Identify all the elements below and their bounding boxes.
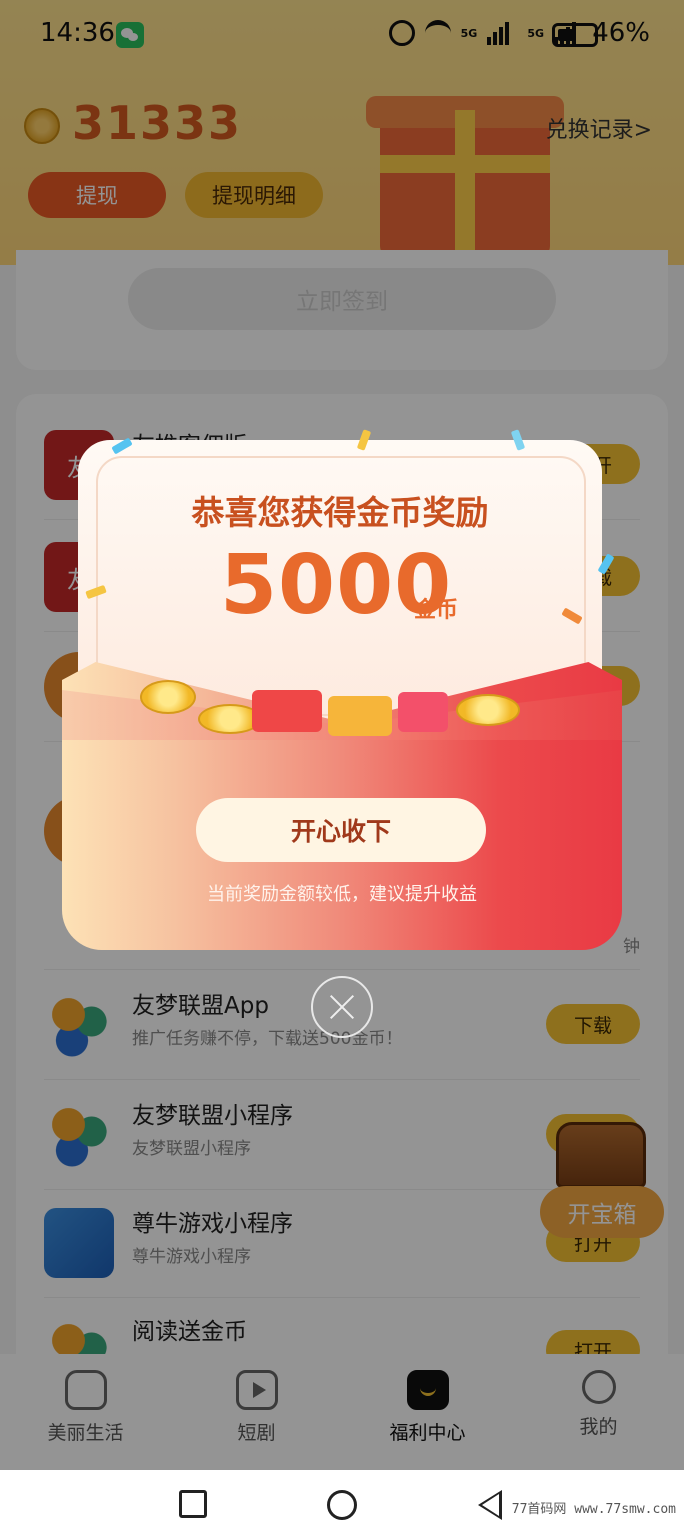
home-button-icon[interactable] xyxy=(327,1490,357,1520)
gift-icon xyxy=(328,696,392,736)
reward-tip: 当前奖励金额较低，建议提升收益 xyxy=(207,884,477,905)
coin-icon xyxy=(456,694,520,726)
gift-icon xyxy=(398,692,448,732)
collect-reward-button[interactable]: 开心收下 xyxy=(196,798,486,862)
coin-icon xyxy=(140,680,196,714)
recent-apps-icon[interactable] xyxy=(179,1490,207,1518)
reward-unit: 金币 xyxy=(414,598,459,623)
reward-title: 恭喜您获得金币奖励 xyxy=(191,493,489,532)
close-icon[interactable] xyxy=(311,976,373,1038)
watermark: 77首码网 www.77smw.com xyxy=(511,1502,676,1517)
gift-icon xyxy=(252,690,322,732)
back-icon[interactable] xyxy=(478,1490,502,1520)
